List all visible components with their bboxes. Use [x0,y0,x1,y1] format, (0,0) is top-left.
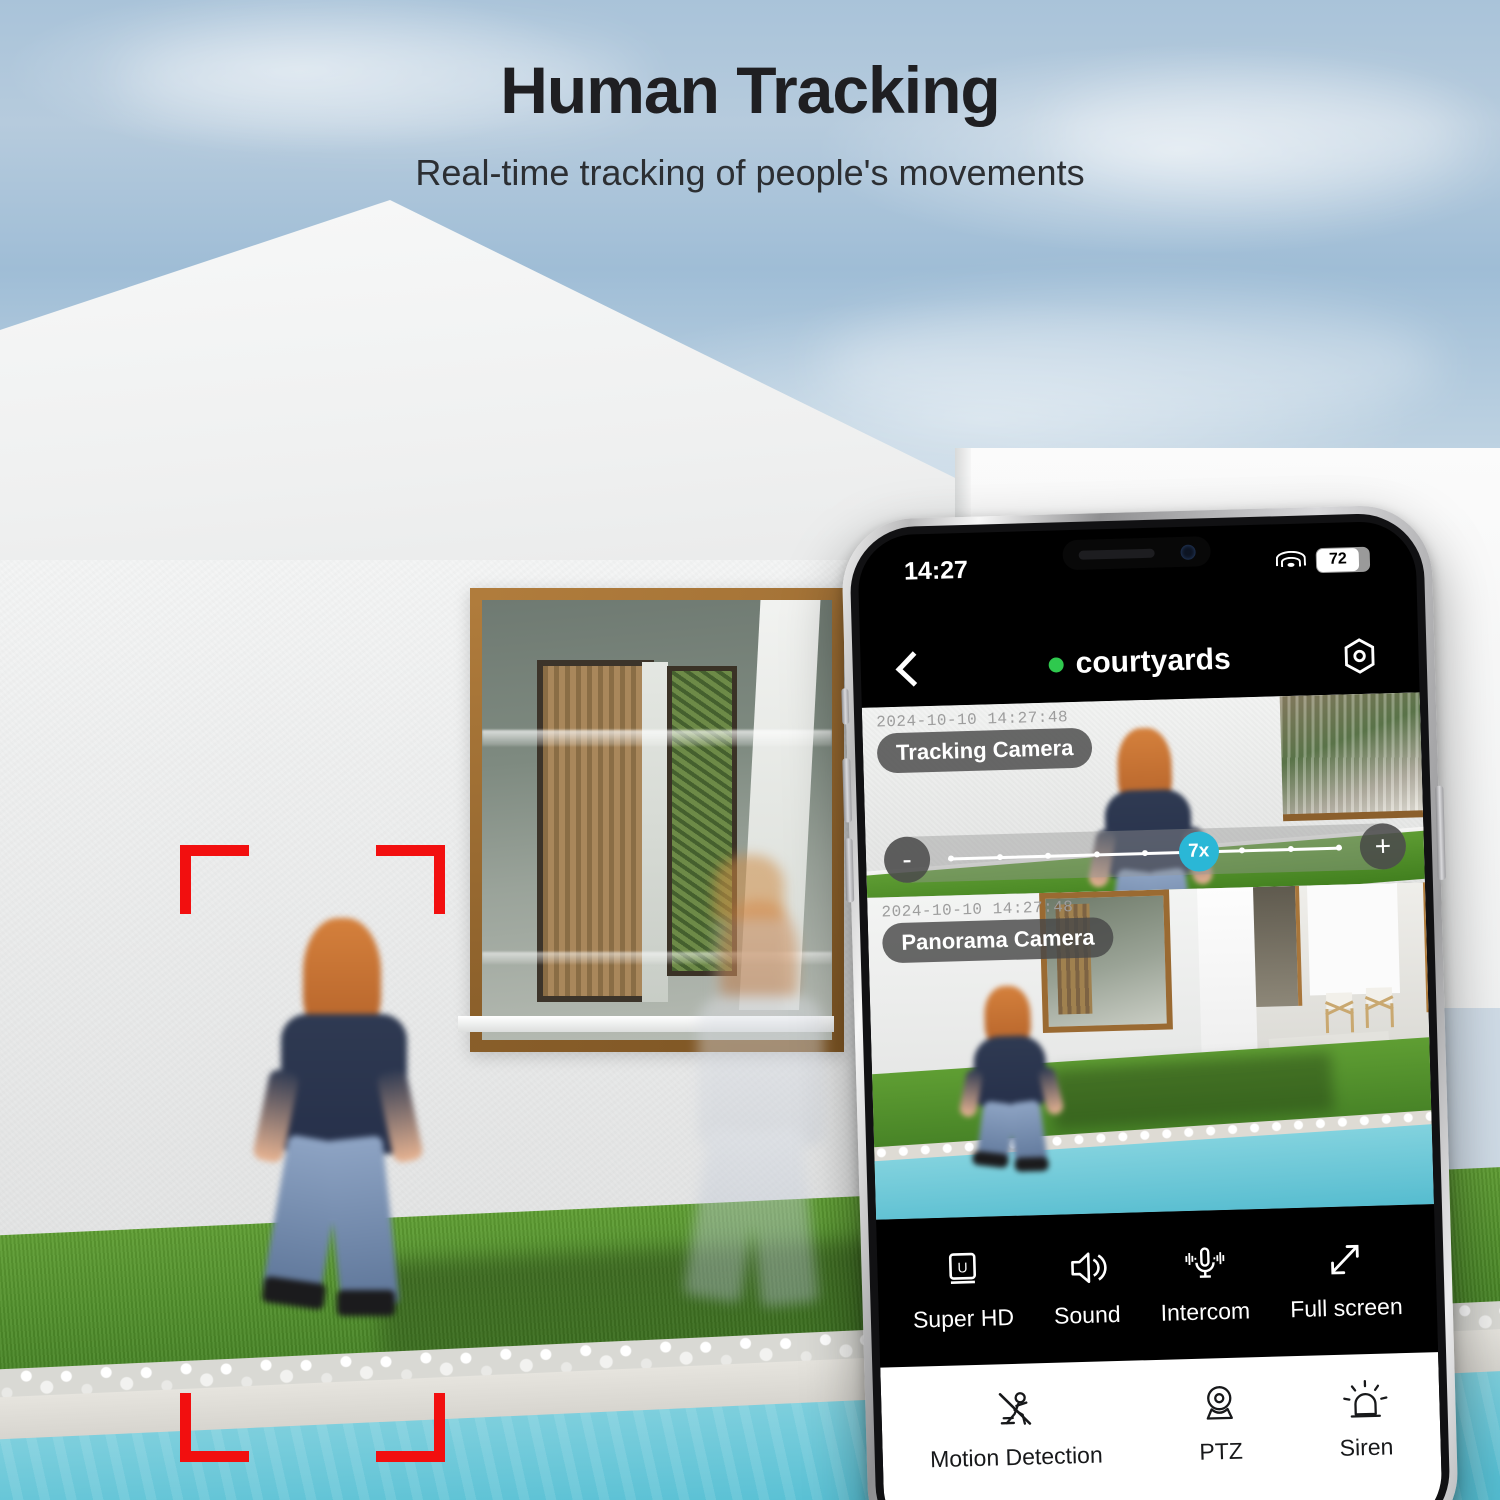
wifi-icon [1275,549,1307,572]
patio-chair [1322,992,1357,1034]
status-bar: 14:27 72 [857,520,1417,610]
person-shoe-front [337,1290,395,1316]
walking-person-ghost [672,900,882,1310]
phone-screen: 14:27 72 courtyards 2024-10-10 14:27:48 … [857,520,1443,1500]
phone-notch [1062,536,1212,571]
page-title: Human Tracking [500,53,1000,127]
window-reflection-panel [642,662,668,1002]
page-subtitle: Real-time tracking of people's movements [415,152,1085,193]
action-item-motion-detection[interactable]: Motion Detection [928,1386,1103,1474]
siren-alarm-icon [1343,1379,1388,1418]
panorama-camera-view[interactable]: 2024-10-10 14:27:48 Panorama Camera [867,882,1434,1220]
toolbar-item-super-hd[interactable]: U Super HD [911,1249,1014,1333]
status-time: 14:27 [903,555,969,586]
toolbar-label: Full screen [1289,1292,1404,1322]
hex-settings-icon[interactable] [1340,636,1379,675]
action-label: Siren [1339,1433,1394,1461]
action-item-siren[interactable]: Siren [1338,1377,1394,1461]
tracking-bracket-bottom-left [180,1393,249,1462]
action-item-ptz[interactable]: PTZ [1195,1382,1245,1466]
ptz-camera-icon [1207,1386,1234,1420]
panorama-camera-badge: Panorama Camera [881,916,1115,964]
tracking-window [1279,692,1424,822]
online-dot [1048,656,1064,673]
motion-detection-icon [998,1392,1031,1425]
toolbar-item-full-screen[interactable]: Full screen [1288,1239,1403,1323]
person-arm-right [1037,1065,1066,1117]
person-shoe-back [971,1150,1010,1169]
window-reflection-door [537,660,654,1002]
action-label: Motion Detection [929,1441,1104,1473]
toolbar-item-intercom[interactable]: Intercom [1159,1243,1251,1326]
sound-speaker-icon [1071,1252,1108,1283]
person-top [698,996,824,1146]
toolbar-item-sound[interactable]: Sound [1052,1246,1121,1329]
promo-scene: Human Tracking Real-time tracking of peo… [0,0,1500,1500]
patio-chair [1362,987,1397,1028]
toolbar-label: Intercom [1160,1296,1251,1326]
app-header: courtyards [860,620,1420,704]
zoom-level-thumb[interactable]: 7x [1178,831,1220,873]
panorama-patio-wall [1306,883,1401,996]
battery-icon: 72 [1315,546,1371,573]
walking-person [251,918,465,1318]
device-title-group: courtyards [1048,643,1231,682]
back-chevron-icon[interactable] [895,650,931,687]
person-top [973,1034,1048,1109]
battery-level-label: 72 [1316,547,1360,572]
intercom-microphone-icon [1184,1246,1224,1278]
svg-text:U: U [957,1259,968,1275]
zoom-out-button[interactable]: - [883,836,931,884]
phone-mute-switch[interactable] [841,688,850,725]
earpiece-speaker [1078,548,1155,560]
action-label: PTZ [1199,1437,1244,1465]
tracking-bracket-bottom-right [376,1393,445,1462]
panorama-door-left [1252,885,1303,1008]
tracking-bracket-top-right [376,845,445,914]
phone-mockup: 14:27 72 courtyards 2024-10-10 14:27:48 … [840,503,1460,1500]
super-hd-icon: U [948,1252,976,1284]
device-name: courtyards [1075,642,1232,680]
action-panel: Motion Detection PTZ Siren [880,1352,1443,1500]
tracking-camera-view[interactable]: 2024-10-10 14:27:48 Tracking Camera - 7x… [861,692,1425,898]
tracking-bracket-top-left [180,845,249,914]
cloud-wisp [820,300,1440,430]
zoom-ticks [947,844,1343,862]
person-shoe-front [1014,1156,1049,1172]
panorama-person [958,984,1077,1172]
person-leg-front [324,1135,400,1311]
person-leg-front [743,1127,819,1308]
stream-toolbar: U Super HD Sound Intercom Full screen [876,1204,1439,1368]
window-glare-band [482,730,832,746]
toolbar-label: Sound [1053,1300,1121,1329]
toolbar-label: Super HD [912,1303,1015,1333]
full-screen-expand-icon [1330,1244,1359,1274]
status-indicators: 72 [1275,546,1371,574]
tracking-camera-badge: Tracking Camera [876,727,1093,774]
front-camera-icon [1179,544,1196,560]
